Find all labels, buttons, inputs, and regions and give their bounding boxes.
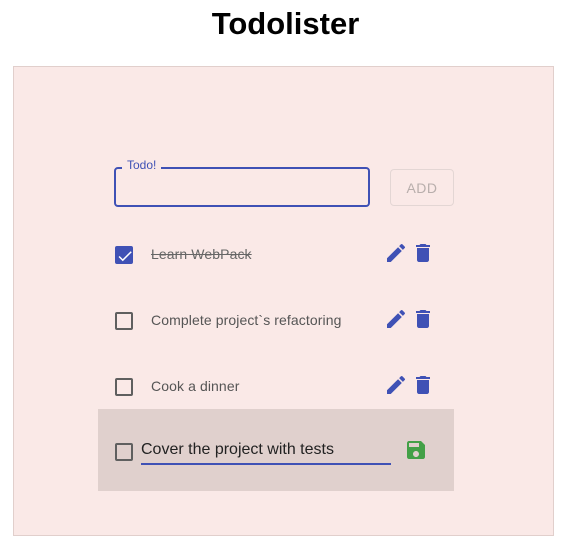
- todo-field[interactable]: [114, 167, 370, 207]
- todo-item: Complete project`s refactoring: [98, 287, 454, 353]
- todo-input[interactable]: [116, 169, 368, 205]
- todo-item-editing: [98, 409, 454, 491]
- todo-checkbox[interactable]: [115, 246, 133, 264]
- edit-button[interactable]: [384, 241, 408, 265]
- delete-button[interactable]: [411, 373, 435, 397]
- todo-checkbox[interactable]: [115, 378, 133, 396]
- delete-button[interactable]: [411, 241, 435, 265]
- todo-text: Learn WebPack: [151, 246, 252, 262]
- todo-text: Cook a dinner: [151, 378, 240, 394]
- edit-button[interactable]: [384, 307, 408, 331]
- add-button[interactable]: ADD: [390, 169, 454, 206]
- trash-icon: [416, 376, 430, 394]
- todo-text: Complete project`s refactoring: [151, 312, 342, 328]
- trash-icon: [416, 244, 430, 262]
- trash-icon: [416, 310, 430, 328]
- save-icon: [407, 441, 425, 459]
- save-button[interactable]: [404, 438, 428, 462]
- todo-input-label: Todo!: [122, 158, 162, 172]
- todo-checkbox[interactable]: [115, 443, 133, 461]
- app-title: Todolister: [211, 6, 360, 41]
- pencil-icon: [387, 375, 406, 394]
- edit-button[interactable]: [384, 373, 408, 397]
- pencil-icon: [387, 243, 406, 262]
- delete-button[interactable]: [411, 307, 435, 331]
- check-icon: [118, 251, 132, 262]
- pencil-icon: [387, 309, 406, 328]
- todo-item: Learn WebPack: [98, 221, 454, 287]
- todo-checkbox[interactable]: [115, 312, 133, 330]
- edit-todo-input[interactable]: [141, 437, 391, 465]
